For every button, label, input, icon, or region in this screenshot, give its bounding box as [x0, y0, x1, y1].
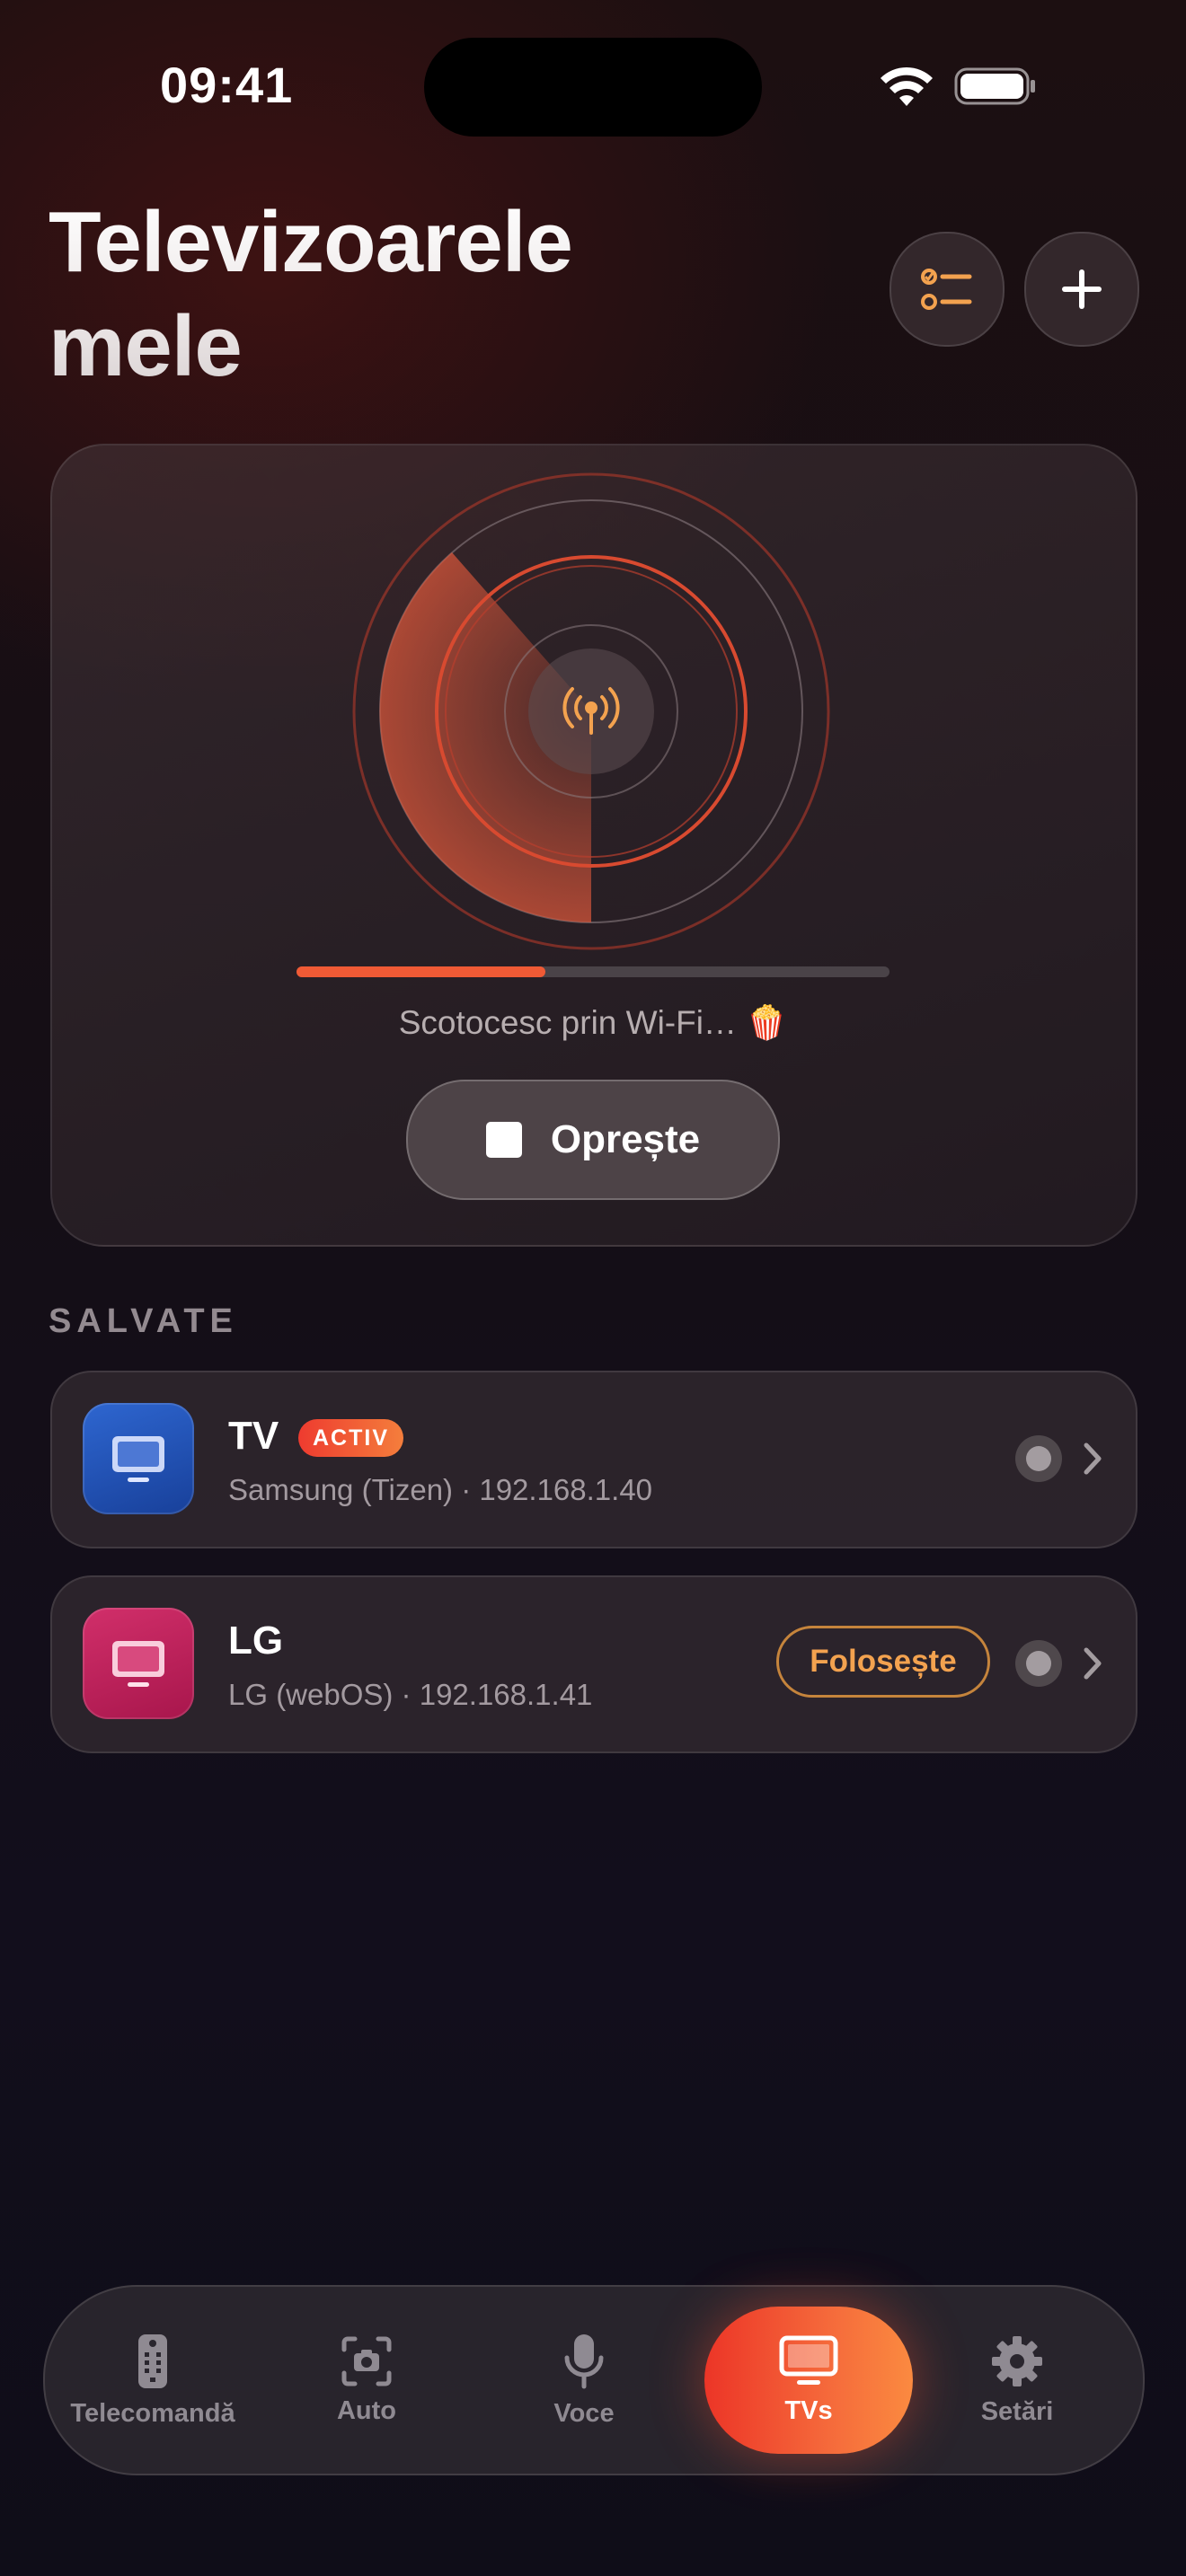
tab-setari[interactable]: Setări [945, 2287, 1089, 2474]
select-radio[interactable] [1015, 1640, 1062, 1687]
page-title-line-1: Televizoarele [49, 194, 572, 290]
tv-icon [112, 1436, 164, 1482]
tv-name: TV [228, 1414, 279, 1458]
add-tv-button[interactable] [1024, 232, 1139, 347]
tab-label: Setări [980, 2396, 1054, 2426]
microphone-icon [564, 2333, 604, 2388]
tab-label: Telecomandă [70, 2398, 235, 2428]
chevron-right-icon[interactable] [1082, 1441, 1103, 1477]
chevron-right-icon[interactable] [1082, 1645, 1103, 1681]
tv-icon [779, 2335, 838, 2385]
page-title-line-2: mele [49, 298, 242, 394]
radar-animation [352, 472, 830, 950]
tv-icon [112, 1641, 164, 1687]
tab-voce[interactable]: Voce [512, 2287, 656, 2474]
saved-tv-card-lg[interactable]: LG LG (webOS) · 192.168.1.41 Folosește [50, 1575, 1137, 1753]
checklist-icon [921, 269, 972, 310]
tv-device-icon [83, 1608, 194, 1719]
stop-icon [485, 1122, 522, 1158]
tv-device-icon [83, 1403, 194, 1514]
stop-scan-label: Oprește [550, 1117, 701, 1161]
remote-icon [138, 2333, 167, 2388]
checklist-button[interactable] [890, 232, 1005, 347]
wifi-icon [881, 66, 933, 106]
stop-scan-button[interactable]: Oprește [406, 1080, 780, 1200]
tab-label: Voce [553, 2398, 615, 2428]
use-tv-button[interactable]: Folosește [776, 1626, 990, 1698]
scan-status-text: Scotocesc prin Wi‑Fi… 🍿 [398, 1004, 788, 1041]
page-title: Televizoarele mele [49, 190, 572, 399]
dynamic-island [424, 38, 762, 137]
saved-section-label: SALVATE [49, 1302, 238, 1340]
active-badge: ACTIV [298, 1419, 403, 1457]
tab-bar: Telecomandă Auto Voce TVs Setări [43, 2285, 1145, 2475]
battery-icon [954, 67, 1035, 105]
gear-icon [992, 2335, 1042, 2386]
tv-subtitle: Samsung (Tizen) · 192.168.1.40 [228, 1473, 653, 1506]
tab-auto[interactable]: Auto [295, 2287, 438, 2474]
tab-label: Auto [336, 2395, 397, 2425]
tv-subtitle: LG (webOS) · 192.168.1.41 [228, 1678, 593, 1711]
scan-progress-fill [296, 966, 546, 977]
saved-tv-card-tv[interactable]: TV ACTIV Samsung (Tizen) · 192.168.1.40 [50, 1371, 1137, 1548]
tab-tvs[interactable]: TVs [704, 2307, 913, 2454]
tab-telecomanda[interactable]: Telecomandă [50, 2287, 255, 2474]
camera-scan-icon [341, 2336, 392, 2386]
tab-label: TVs [784, 2395, 833, 2425]
plus-icon [1062, 269, 1102, 309]
tv-name: LG [228, 1619, 284, 1663]
select-radio[interactable] [1015, 1435, 1062, 1482]
status-time: 09:41 [160, 57, 294, 113]
